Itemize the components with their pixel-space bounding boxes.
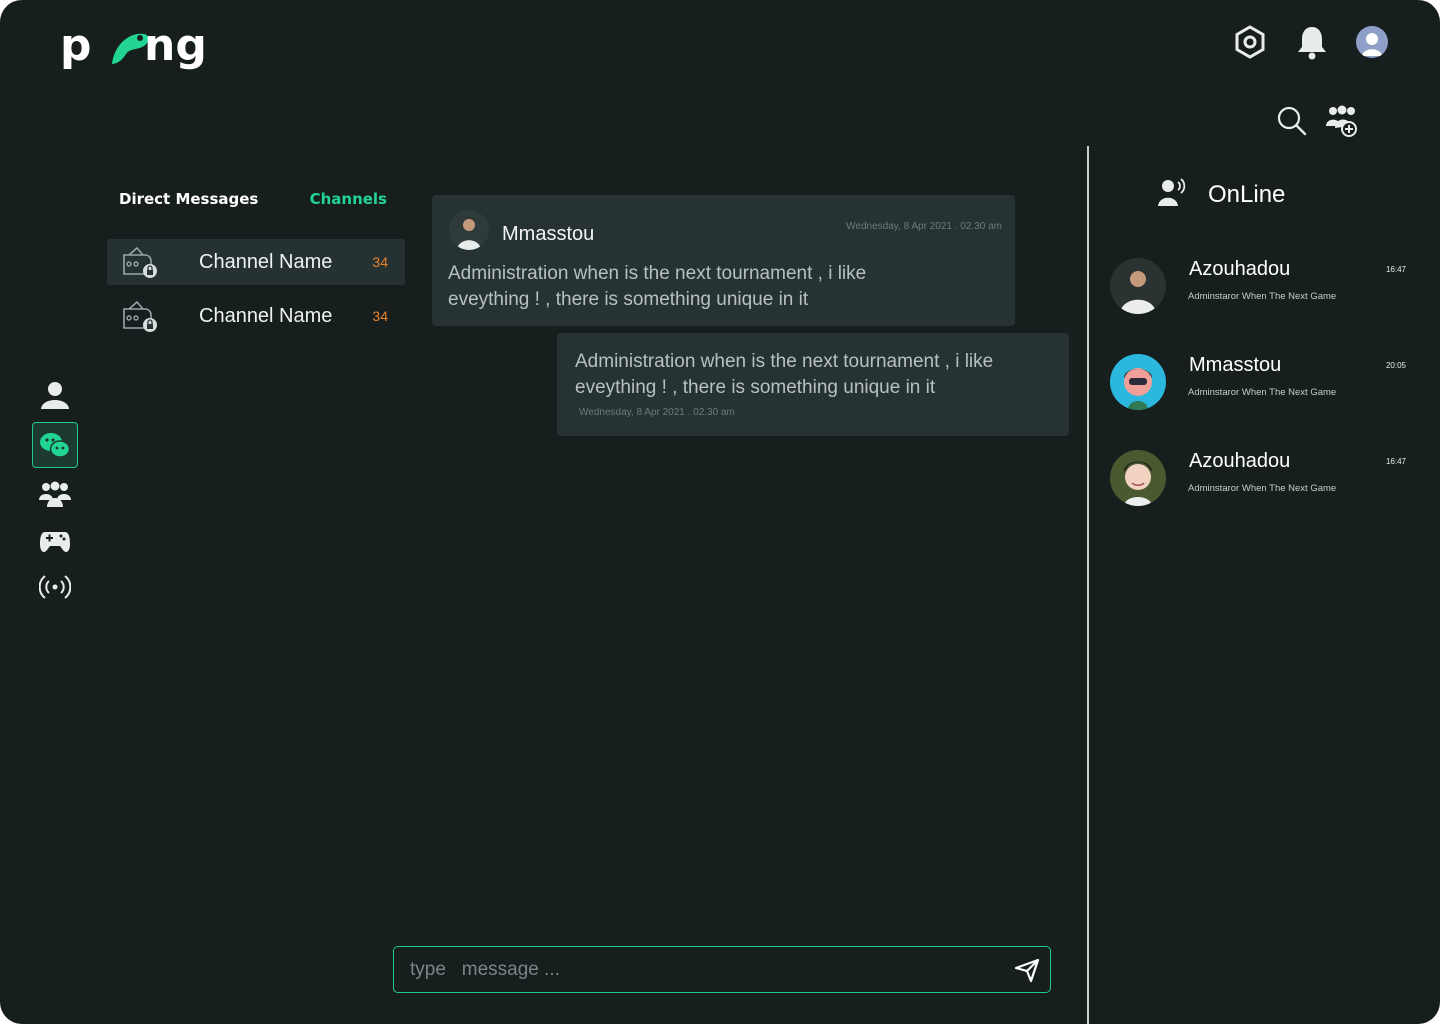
last-seen-time: 16:47 — [1385, 457, 1406, 466]
svg-text:p: p — [60, 22, 92, 71]
send-icon[interactable] — [1014, 957, 1040, 983]
chat-icon[interactable] — [32, 422, 78, 468]
avatar — [1110, 354, 1166, 410]
panel-divider — [1087, 146, 1089, 1024]
message-author: Mmasstou — [502, 223, 595, 245]
tab-channels[interactable]: Channels — [310, 190, 387, 208]
message-timestamp: Wednesday, 8 Apr 2021 . 02.30 am — [579, 407, 735, 418]
profile-avatar[interactable] — [1356, 26, 1388, 58]
avatar[interactable] — [449, 210, 489, 250]
locked-channel-icon — [121, 299, 159, 333]
message-input[interactable] — [408, 947, 992, 993]
avatar — [1110, 450, 1166, 506]
last-seen-time: 16:47 — [1385, 265, 1406, 274]
message-text: Administration when is the next tourname… — [448, 263, 867, 310]
header-icons — [1232, 24, 1388, 60]
online-title: OnLine — [1208, 180, 1286, 208]
list-item[interactable]: Azouhadou 16:47 Adminstaror When The Nex… — [1110, 256, 1408, 352]
outgoing-message: Administration when is the next tourname… — [557, 333, 1069, 436]
message-composer — [393, 946, 1051, 993]
svg-text:ng: ng — [144, 22, 207, 71]
group-icon[interactable] — [32, 476, 78, 514]
list-item[interactable]: Azouhadou 16:47 Adminstaror When The Nex… — [1110, 448, 1408, 544]
broadcast-icon[interactable] — [32, 568, 78, 606]
gamepad-icon[interactable] — [32, 522, 78, 560]
sidebar-nav — [32, 376, 78, 606]
list-item[interactable]: Channel Name 34 — [107, 239, 405, 285]
unread-count: 34 — [372, 254, 388, 270]
user-name: Mmasstou — [1189, 354, 1282, 376]
conversation-tabs: Direct Messages Channels — [119, 190, 387, 208]
channel-name: Channel Name — [199, 304, 333, 327]
message-text: Administration when is the next tourname… — [575, 351, 994, 398]
unread-count: 34 — [372, 308, 388, 324]
tab-direct-messages[interactable]: Direct Messages — [119, 190, 258, 208]
locked-channel-icon — [121, 245, 159, 279]
user-status-text: Adminstaror When The Next Game — [1188, 483, 1337, 494]
channel-list: Channel Name 34 Channel Name 34 — [107, 239, 405, 347]
search-icon[interactable] — [1276, 105, 1308, 142]
pong-logo[interactable]: p ng — [60, 20, 220, 77]
add-group-icon[interactable] — [1324, 104, 1358, 143]
user-status-text: Adminstaror When The Next Game — [1188, 387, 1337, 398]
user-name: Azouhadou — [1189, 450, 1291, 472]
online-header: OnLine — [1158, 178, 1285, 211]
speaking-user-icon — [1158, 178, 1186, 211]
user-status-text: Adminstaror When The Next Game — [1188, 291, 1337, 302]
user-icon[interactable] — [32, 376, 78, 414]
app-window: p ng Direct Messages Channels Channel Na… — [0, 0, 1440, 1024]
bell-icon[interactable] — [1294, 24, 1330, 60]
avatar — [1110, 258, 1166, 314]
user-name: Azouhadou — [1189, 258, 1291, 280]
list-item[interactable]: Channel Name 34 — [107, 293, 405, 339]
online-user-list: Azouhadou 16:47 Adminstaror When The Nex… — [1110, 256, 1408, 544]
incoming-message: Mmasstou Wednesday, 8 Apr 2021 . 02.30 a… — [432, 195, 1015, 326]
message-timestamp: Wednesday, 8 Apr 2021 . 02.30 am — [846, 221, 1002, 232]
chat-tools — [1276, 104, 1358, 143]
channel-name: Channel Name — [199, 250, 333, 273]
last-seen-time: 20:05 — [1385, 361, 1406, 370]
settings-icon[interactable] — [1232, 24, 1268, 60]
list-item[interactable]: Mmasstou 20:05 Adminstaror When The Next… — [1110, 352, 1408, 448]
